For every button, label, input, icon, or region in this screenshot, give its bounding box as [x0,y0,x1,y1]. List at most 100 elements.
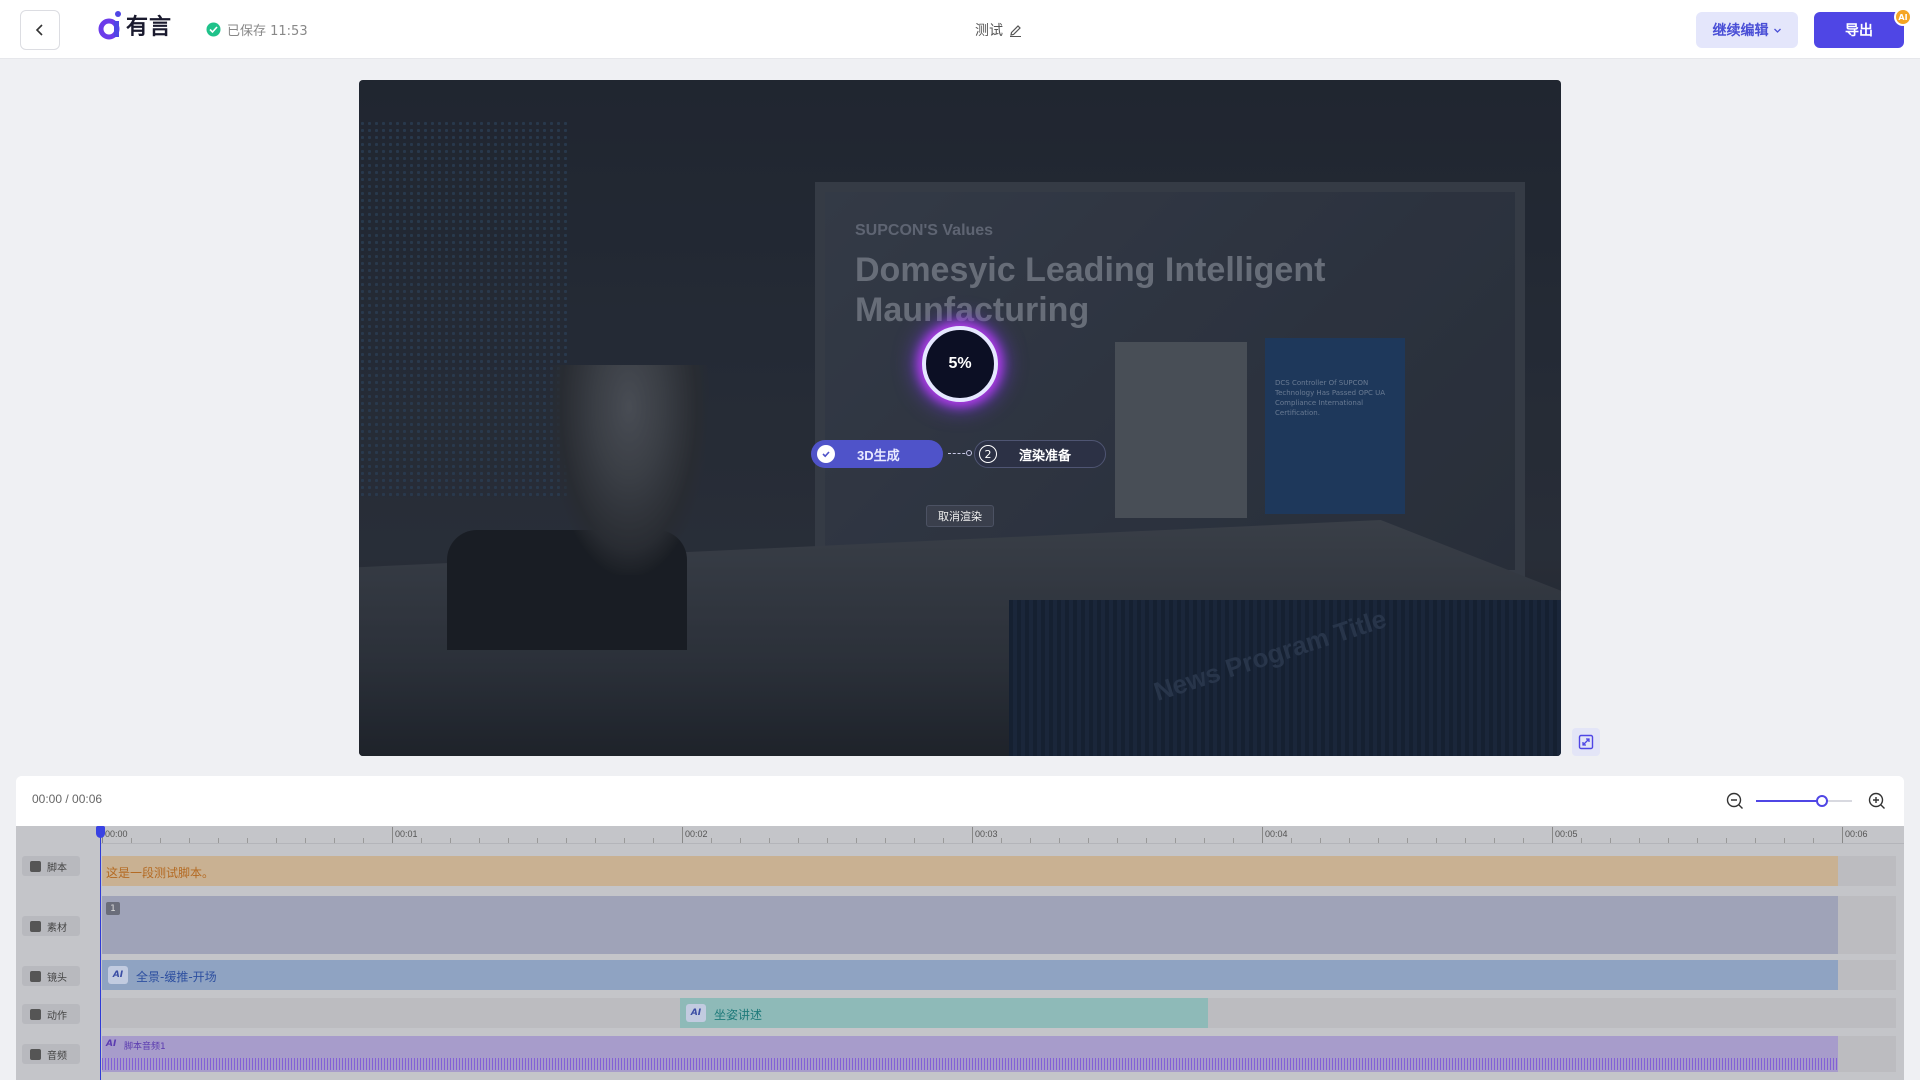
pencil-icon[interactable] [1009,24,1022,37]
playhead-line [100,834,101,1080]
ruler-minor-tick [1233,838,1234,843]
zoom-out-button[interactable] [1724,790,1746,812]
playhead-handle[interactable] [96,826,105,838]
ruler-minor-tick [1175,838,1176,843]
ruler-minor-tick [711,838,712,843]
time-ruler[interactable]: 00:00 00:01 00:02 00:03 00:04 00:05 00:06 [100,826,1904,844]
camera-clip-text: 全景-缓推-开场 [136,970,217,984]
ruler-minor-tick [1030,838,1031,843]
video-icon [30,920,41,932]
ruler-major-tick [392,827,393,843]
export-label: 导出 [1845,23,1873,39]
render-step-number: 2 [979,445,997,463]
person-icon [30,1008,41,1020]
back-button[interactable] [20,10,60,50]
ruler-minor-tick [1204,838,1205,843]
ai-icon: AI [686,1004,706,1022]
check-circle-icon [206,22,221,37]
audio-clip[interactable]: AI 脚本音频1 [102,1036,1838,1072]
script-clip[interactable]: 这是一段测试脚本。 [102,856,1838,886]
ai-icon: AI [106,1039,117,1049]
track-label-material-text: 素材 [47,922,67,934]
ruler-minor-tick [1755,838,1756,843]
ruler-minor-tick [1320,838,1321,843]
render-overlay [359,80,1561,756]
ruler-minor-tick [1407,838,1408,843]
step-connector-dot [966,450,972,456]
track-label-audio: 音频 [22,1044,80,1064]
continue-edit-button[interactable]: 继续编辑 [1696,12,1798,48]
zoom-in-button[interactable] [1866,790,1888,812]
ruler-label: 00:01 [395,829,418,839]
logo-text: 有言 [126,15,173,40]
ruler-minor-tick [1726,838,1727,843]
track-label-action: 动作 [22,1004,80,1024]
ruler-label: 00:06 [1845,829,1868,839]
script-clip-text: 这是一段测试脚本。 [106,866,215,880]
ruler-minor-tick [1465,838,1466,843]
ruler-minor-tick [769,838,770,843]
ruler-minor-tick [1117,838,1118,843]
video-preview[interactable]: SUPCON'S Values Domesyic Leading Intelli… [359,80,1561,756]
render-step-prepare-label: 渲染准备 [1019,447,1072,463]
top-header: 有言 已保存 11:53 测试 继续编辑 导出 AI [0,0,1920,59]
export-button[interactable]: 导出 [1814,12,1904,48]
ruler-minor-tick [508,838,509,843]
ruler-minor-tick [624,838,625,843]
music-icon [30,1048,41,1060]
ruler-minor-tick [1349,838,1350,843]
ruler-major-tick [1842,827,1843,843]
script-track-empty [1838,856,1896,886]
saved-status-text: 已保存 11:53 [227,24,308,39]
ruler-minor-tick [1378,838,1379,843]
ruler-minor-tick [914,838,915,843]
ruler-minor-tick [1697,838,1698,843]
camera-clip[interactable]: AI 全景-缓推-开场 [102,960,1838,990]
camera-icon [30,970,41,982]
ruler-minor-tick [1436,838,1437,843]
ruler-minor-tick [421,838,422,843]
zoom-slider-handle[interactable] [1816,795,1828,807]
cancel-render-button[interactable]: 取消渲染 [926,505,994,527]
ai-icon: AI [108,966,128,984]
track-label-script-text: 脚本 [47,862,67,874]
ruler-minor-tick [276,838,277,843]
ruler-label: 00:05 [1555,829,1578,839]
ruler-minor-tick [1784,838,1785,843]
chevron-left-icon [35,24,43,36]
material-clip[interactable]: 1 [102,896,1838,954]
fit-screen-icon [1578,734,1594,750]
ruler-minor-tick [305,838,306,843]
step-check-icon [817,445,835,463]
audio-clip-text: 脚本音频1 [124,1042,166,1052]
ruler-minor-tick [1668,838,1669,843]
track-label-camera-text: 镜头 [47,972,67,984]
action-clip[interactable]: AI 坐姿讲述 [680,998,1208,1028]
ruler-label: 00:02 [685,829,708,839]
ruler-minor-tick [1494,838,1495,843]
render-progress-ring: 5% [922,326,998,402]
ruler-minor-tick [1088,838,1089,843]
ruler-minor-tick [334,838,335,843]
ruler-minor-tick [1523,838,1524,843]
track-label-material: 素材 [22,916,80,936]
ruler-minor-tick [653,838,654,843]
ruler-major-tick [1552,827,1553,843]
ai-badge: AI [1894,8,1912,26]
fit-screen-button[interactable] [1572,728,1600,756]
ruler-label: 00:04 [1265,829,1288,839]
logo-icon [98,11,121,40]
track-label-audio-text: 音频 [47,1050,67,1062]
ruler-minor-tick [1291,838,1292,843]
track-label-action-text: 动作 [47,1010,67,1022]
time-display: 00:00 / 00:06 [32,792,103,806]
audio-track-empty [1838,1036,1896,1072]
ruler-minor-tick [595,838,596,843]
script-icon [30,860,41,872]
ruler-minor-tick [1610,838,1611,843]
action-clip-text: 坐姿讲述 [714,1008,763,1022]
document-title[interactable]: 测试 [975,20,1022,40]
ruler-major-tick [972,827,973,843]
audio-waveform [102,1058,1838,1070]
chevron-down-icon [1773,28,1781,33]
